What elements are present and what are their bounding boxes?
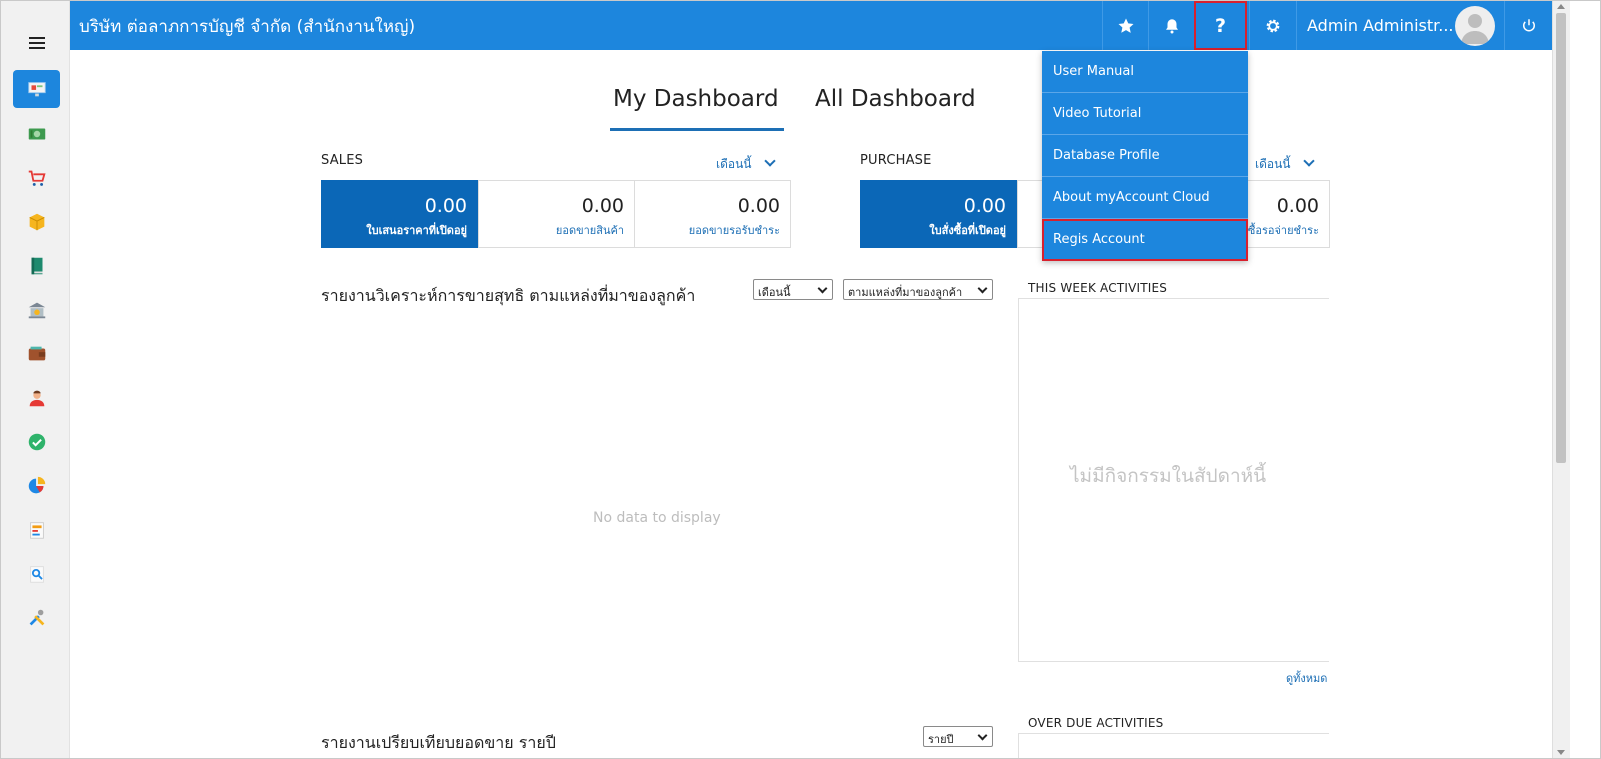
purchase-period-label: เดือนนี้ bbox=[1255, 157, 1291, 171]
top-bar: บริษัท ต่อลาภการบัญชี จำกัด (สำนักงานใหญ… bbox=[70, 1, 1552, 50]
scroll-up-arrow-icon[interactable] bbox=[1557, 4, 1565, 9]
this-week-activities-title: THIS WEEK ACTIVITIES bbox=[1028, 281, 1168, 295]
card-value: 0.00 bbox=[963, 195, 1006, 217]
star-icon bbox=[1118, 18, 1133, 33]
menu-item-user-manual[interactable]: User Manual bbox=[1042, 51, 1248, 93]
sales-title: SALES bbox=[321, 153, 364, 168]
power-icon bbox=[1523, 18, 1535, 31]
sales-card-product-sales[interactable]: 0.00 ยอดขายสินค้า bbox=[478, 180, 635, 248]
menu-item-database-profile[interactable]: Database Profile bbox=[1042, 135, 1248, 177]
scroll-thumb[interactable] bbox=[1556, 13, 1566, 463]
menu-item-about[interactable]: About myAccount Cloud bbox=[1042, 177, 1248, 219]
active-tab-indicator bbox=[610, 128, 784, 131]
notifications-button[interactable] bbox=[1148, 1, 1194, 50]
purchase-title: PURCHASE bbox=[860, 153, 932, 168]
no-activities-message: ไม่มีกิจกรรมในสัปดาห์นี้ bbox=[1070, 465, 1267, 487]
wallet-icon[interactable] bbox=[13, 335, 60, 373]
chevron-down-icon bbox=[1302, 155, 1315, 167]
menu-item-video-tutorial[interactable]: Video Tutorial bbox=[1042, 93, 1248, 135]
bell-icon bbox=[1165, 18, 1178, 33]
see-all-link[interactable]: ดูทั้งหมด bbox=[1286, 669, 1327, 687]
settings-button[interactable] bbox=[1249, 1, 1295, 50]
report-period-select[interactable]: เดือนนี้ bbox=[753, 279, 833, 300]
purchase-period-dropdown[interactable]: เดือนนี้ bbox=[1255, 155, 1315, 174]
help-button[interactable]: ? bbox=[1194, 1, 1247, 50]
tab-all-dashboard[interactable]: All Dashboard bbox=[815, 86, 976, 112]
money-icon[interactable] bbox=[13, 115, 60, 153]
sales-period-dropdown[interactable]: เดือนนี้ bbox=[716, 155, 776, 174]
sidebar bbox=[1, 1, 70, 758]
chevron-down-icon bbox=[763, 155, 776, 167]
dashboard-icon[interactable] bbox=[13, 70, 60, 108]
card-value: 0.00 bbox=[581, 195, 624, 217]
card-label: ใบเสนอราคาที่เปิดอยู่ bbox=[366, 224, 467, 237]
card-value: 0.00 bbox=[737, 195, 780, 217]
report-title: รายงานวิเคราะห์การขายสุทธิ ตามแหล่งที่มา… bbox=[321, 286, 696, 305]
report-source-select[interactable]: ตามแหล่งที่มาของลูกค้า bbox=[843, 279, 993, 300]
avatar[interactable] bbox=[1455, 6, 1495, 46]
hamburger-menu-icon[interactable] bbox=[29, 37, 45, 49]
cart-icon[interactable] bbox=[13, 159, 60, 197]
book-icon[interactable] bbox=[13, 247, 60, 285]
card-label: ยอดขายสินค้า bbox=[555, 224, 624, 237]
report-icon[interactable] bbox=[13, 511, 60, 549]
card-label: ซื้อรอจ่ายชำระ bbox=[1247, 224, 1319, 237]
pie-chart-icon[interactable] bbox=[13, 467, 60, 505]
scroll-down-arrow-icon[interactable] bbox=[1557, 750, 1565, 755]
card-label: ใบสั่งซื้อที่เปิดอยู่ bbox=[929, 224, 1006, 237]
box-icon[interactable] bbox=[13, 203, 60, 241]
purchase-card-open-orders[interactable]: 0.00 ใบสั่งซื้อที่เปิดอยู่ bbox=[860, 180, 1017, 248]
overdue-activities-panel bbox=[1018, 733, 1329, 759]
logout-button[interactable] bbox=[1504, 1, 1553, 50]
help-dropdown-menu: User Manual Video Tutorial Database Prof… bbox=[1042, 51, 1248, 261]
user-name: Admin Administr... bbox=[1307, 16, 1454, 35]
favorites-button[interactable] bbox=[1102, 1, 1148, 50]
search-icon[interactable] bbox=[13, 555, 60, 593]
menu-item-regis-account[interactable]: Regis Account bbox=[1042, 219, 1248, 261]
vertical-scrollbar[interactable] bbox=[1552, 1, 1570, 758]
no-data-message: No data to display bbox=[593, 510, 721, 526]
report2-title: รายงานเปรียบเทียบยอดขาย รายปี bbox=[321, 733, 556, 752]
card-value: 0.00 bbox=[424, 195, 467, 217]
check-icon[interactable] bbox=[13, 423, 60, 461]
sales-card-awaiting-payment[interactable]: 0.00 ยอดขายรอรับชำระ bbox=[634, 180, 791, 248]
tools-icon[interactable] bbox=[13, 599, 60, 637]
overdue-activities-title: OVER DUE ACTIVITIES bbox=[1028, 716, 1164, 730]
gear-icon bbox=[1266, 19, 1279, 32]
window-border bbox=[0, 0, 1601, 759]
person-icon[interactable] bbox=[13, 379, 60, 417]
sales-period-label: เดือนนี้ bbox=[716, 157, 752, 171]
help-icon: ? bbox=[1214, 14, 1227, 37]
tab-my-dashboard[interactable]: My Dashboard bbox=[613, 86, 779, 112]
card-value: 0.00 bbox=[1276, 195, 1319, 217]
bank-icon[interactable] bbox=[13, 291, 60, 329]
sales-card-open-quotations[interactable]: 0.00 ใบเสนอราคาที่เปิดอยู่ bbox=[321, 180, 478, 248]
company-name[interactable]: บริษัท ต่อลาภการบัญชี จำกัด (สำนักงานใหญ… bbox=[79, 13, 415, 40]
card-label: ยอดขายรอรับชำระ bbox=[688, 224, 780, 237]
user-menu[interactable]: Admin Administr... bbox=[1296, 1, 1477, 50]
report2-select[interactable]: รายปี bbox=[923, 726, 993, 747]
